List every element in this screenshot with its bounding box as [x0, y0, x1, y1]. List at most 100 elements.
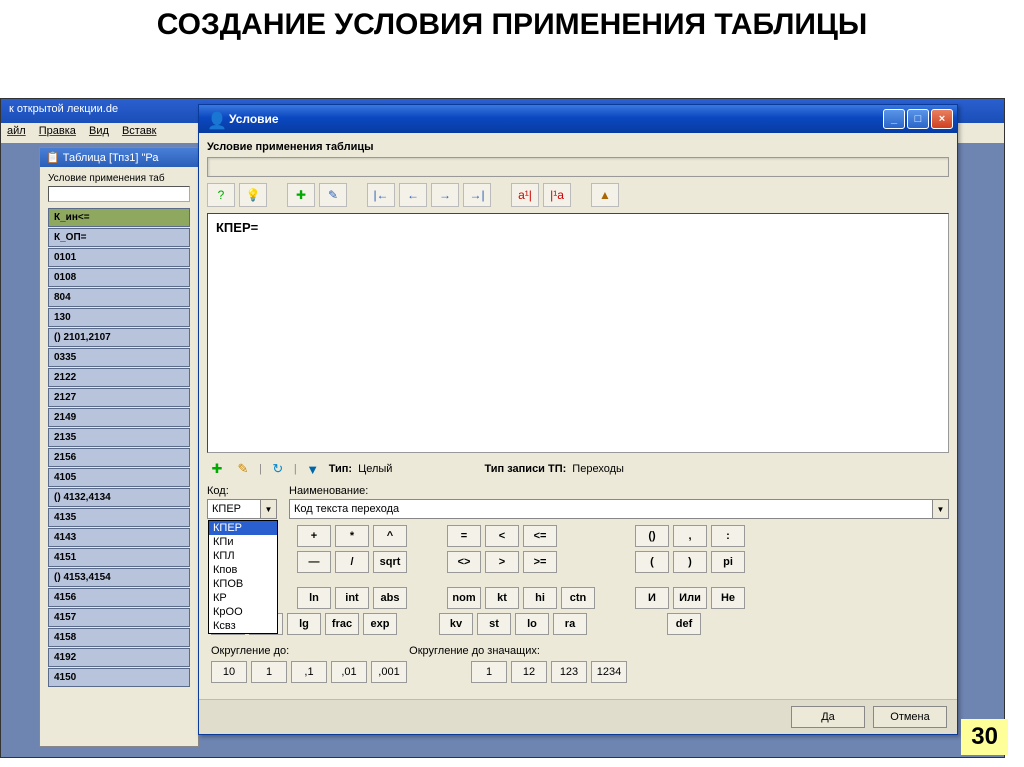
table-row[interactable]: 0108 [48, 268, 190, 287]
rounding-button[interactable]: 1 [471, 661, 507, 683]
operator-button[interactable]: — [297, 551, 331, 573]
edit-param-button[interactable]: ✎ [233, 459, 253, 479]
dropdown-item[interactable]: Ксвз [209, 619, 277, 633]
operator-button[interactable]: Или [673, 587, 707, 609]
rounding-button[interactable]: 1 [251, 661, 287, 683]
operator-button[interactable]: , [673, 525, 707, 547]
operator-button[interactable]: def [667, 613, 701, 635]
table-row[interactable]: 4151 [48, 548, 190, 567]
operator-button[interactable]: <> [447, 551, 481, 573]
operator-button[interactable]: hi [523, 587, 557, 609]
expression-textarea[interactable]: КПЕР= [207, 213, 949, 453]
operator-button[interactable]: <= [523, 525, 557, 547]
table-row[interactable]: 2122 [48, 368, 190, 387]
operator-button[interactable]: () [635, 525, 669, 547]
rounding-button[interactable]: 1234 [591, 661, 627, 683]
operator-button[interactable]: ^ [373, 525, 407, 547]
add-button[interactable]: ✚ [287, 183, 315, 207]
operator-button[interactable]: st [477, 613, 511, 635]
minimize-button[interactable]: _ [883, 109, 905, 129]
dropdown-item[interactable]: КрОО [209, 605, 277, 619]
operator-button[interactable]: abs [373, 587, 407, 609]
nav-first-button[interactable]: |← [367, 183, 395, 207]
table-row[interactable]: К_ин<= [48, 208, 190, 227]
dropdown-item[interactable]: Кпов [209, 563, 277, 577]
operator-button[interactable]: lg [287, 613, 321, 635]
rounding-button[interactable]: ,1 [291, 661, 327, 683]
operator-button[interactable]: Не [711, 587, 745, 609]
operator-button[interactable]: nom [447, 587, 481, 609]
operator-button[interactable]: kt [485, 587, 519, 609]
operator-button[interactable]: + [297, 525, 331, 547]
dropdown-item[interactable]: КПЛ [209, 549, 277, 563]
table-row[interactable]: () 2101,2107 [48, 328, 190, 347]
table-row[interactable]: 4135 [48, 508, 190, 527]
nav-next-button[interactable]: → [431, 183, 459, 207]
operator-button[interactable]: * [335, 525, 369, 547]
menu-file[interactable]: айл [7, 125, 26, 137]
rounding-button[interactable]: 123 [551, 661, 587, 683]
code-combo[interactable]: КПЕР ▼ КПЕРКПиКПЛКповКПОВКРКрООКсвз [207, 499, 277, 519]
dialog-titlebar[interactable]: 👤 Условие _ □ × [199, 105, 957, 133]
table-row[interactable]: К_ОП= [48, 228, 190, 247]
menu-view[interactable]: Вид [89, 125, 109, 137]
edit-button[interactable]: ✎ [319, 183, 347, 207]
dropdown-item[interactable]: КР [209, 591, 277, 605]
operator-button[interactable]: = [447, 525, 481, 547]
menu-edit[interactable]: Правка [39, 125, 76, 137]
table-row[interactable]: 2156 [48, 448, 190, 467]
operator-button[interactable]: kv [439, 613, 473, 635]
name-combo[interactable]: Код текста перехода ▼ [289, 499, 949, 519]
ok-button[interactable]: Да [791, 706, 865, 728]
add-param-button[interactable]: ✚ [207, 459, 227, 479]
rounding-button[interactable]: ,01 [331, 661, 367, 683]
chevron-down-icon[interactable]: ▼ [932, 500, 948, 518]
maximize-button[interactable]: □ [907, 109, 929, 129]
rounding-button[interactable]: ,001 [371, 661, 407, 683]
operator-button[interactable]: ) [673, 551, 707, 573]
table-row[interactable]: 2127 [48, 388, 190, 407]
table-row[interactable]: 0101 [48, 248, 190, 267]
operator-button[interactable]: >= [523, 551, 557, 573]
operator-button[interactable]: pi [711, 551, 745, 573]
table-row[interactable]: 804 [48, 288, 190, 307]
operator-button[interactable]: : [711, 525, 745, 547]
operator-button[interactable]: int [335, 587, 369, 609]
bracket-r-button[interactable]: |¹a [543, 183, 571, 207]
refresh-button[interactable]: ↻ [268, 459, 288, 479]
lightbulb-button[interactable]: 💡 [239, 183, 267, 207]
cancel-button[interactable]: Отмена [873, 706, 947, 728]
operator-button[interactable]: < [485, 525, 519, 547]
operator-button[interactable]: frac [325, 613, 359, 635]
operator-button[interactable]: sqrt [373, 551, 407, 573]
operator-button[interactable]: / [335, 551, 369, 573]
operator-button[interactable]: ln [297, 587, 331, 609]
filter-button[interactable]: ▼ [303, 459, 323, 479]
dropdown-item[interactable]: КПЕР [209, 521, 277, 535]
table-condition-input[interactable] [48, 186, 190, 202]
chevron-down-icon[interactable]: ▼ [260, 500, 276, 518]
operator-button[interactable]: lo [515, 613, 549, 635]
table-row[interactable]: 4192 [48, 648, 190, 667]
close-button[interactable]: × [931, 109, 953, 129]
menu-insert[interactable]: Вставк [122, 125, 157, 137]
table-row[interactable]: 130 [48, 308, 190, 327]
dropdown-item[interactable]: КПи [209, 535, 277, 549]
operator-button[interactable]: exp [363, 613, 397, 635]
code-dropdown[interactable]: КПЕРКПиКПЛКповКПОВКРКрООКсвз [208, 520, 278, 634]
operator-button[interactable]: ra [553, 613, 587, 635]
table-row[interactable]: () 4132,4134 [48, 488, 190, 507]
table-row[interactable]: 4143 [48, 528, 190, 547]
rounding-button[interactable]: 12 [511, 661, 547, 683]
table-row[interactable]: 4105 [48, 468, 190, 487]
table-row[interactable]: 2149 [48, 408, 190, 427]
table-row[interactable]: 4157 [48, 608, 190, 627]
table-row[interactable]: 2135 [48, 428, 190, 447]
build-button[interactable]: ▲ [591, 183, 619, 207]
table-row[interactable]: () 4153,4154 [48, 568, 190, 587]
check-button[interactable]: ? [207, 183, 235, 207]
table-row[interactable]: 4150 [48, 668, 190, 687]
operator-button[interactable]: И [635, 587, 669, 609]
table-row[interactable]: 0335 [48, 348, 190, 367]
dropdown-item[interactable]: КПОВ [209, 577, 277, 591]
